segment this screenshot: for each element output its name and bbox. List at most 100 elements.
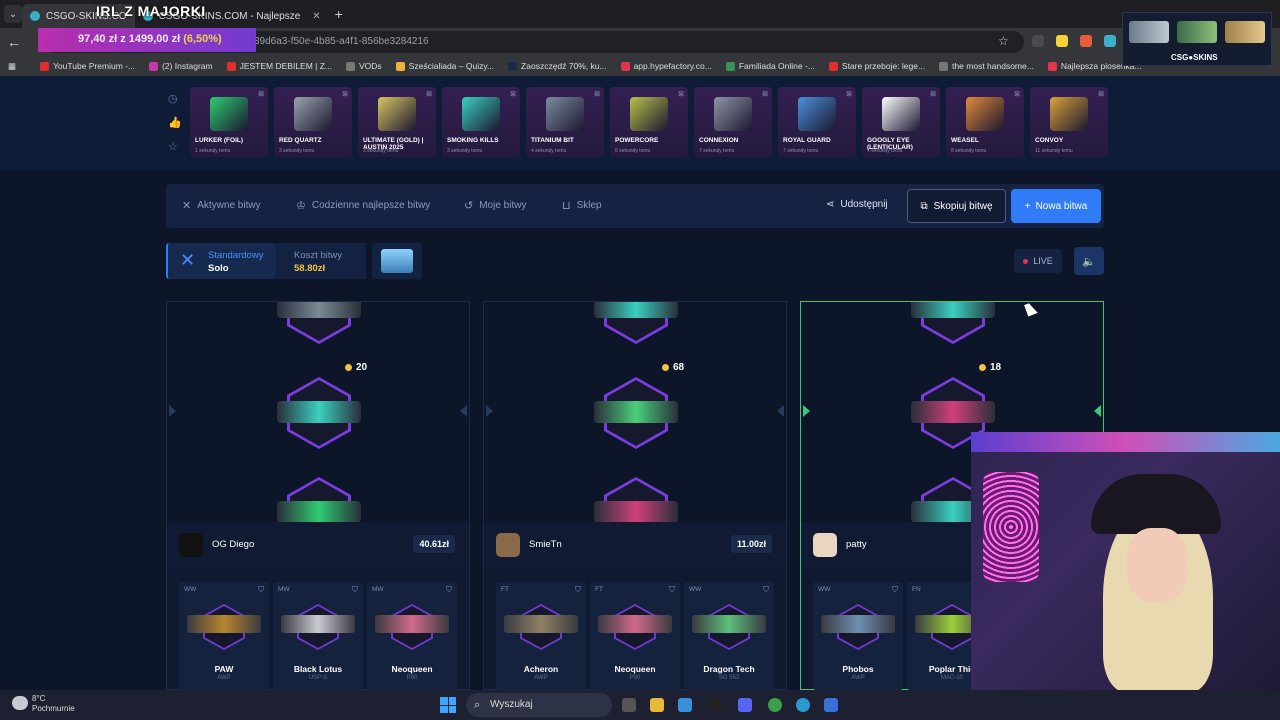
nav-daily-best[interactable]: ♔ Codzienne najlepsze bitwy <box>296 199 430 212</box>
item-weapon: AWP <box>851 675 865 681</box>
recent-drop-card[interactable]: ⊠ CONNEXION 7 sekundy temu <box>694 87 772 157</box>
item-image <box>692 615 766 633</box>
recent-drop-card[interactable]: ⊠ LURKER (FOIL) 1 sekundy temu <box>190 87 268 157</box>
bookmark-item[interactable]: YouTube Premium -... <box>40 61 135 71</box>
player-header: OG Diego 40.61zł <box>167 522 469 568</box>
recent-drop-card[interactable]: ⊠ POWERCORE 6 sekundy temu <box>610 87 688 157</box>
skin-time: 4 sekundy temu <box>531 148 567 154</box>
recent-drop-card[interactable]: ⊠ ULTIMATE (GOLD) | AUSTIN 2025 3 sekundy … <box>358 87 436 157</box>
case-image <box>381 249 413 273</box>
bookmark-star-icon[interactable]: ☆ <box>998 34 1009 48</box>
bookmark-item[interactable]: VODs <box>346 61 382 71</box>
nav-shop[interactable]: ⊔ Sklep <box>562 199 602 212</box>
task-view-icon[interactable] <box>622 698 636 712</box>
won-item-card[interactable]: WW ⛉ Dragon Tech SG 553 <box>684 582 774 690</box>
edge-icon[interactable] <box>796 698 810 712</box>
new-battle-button[interactable]: + Nowa bitwa <box>1011 189 1101 223</box>
stream-overlay-title: IRL Z MAJORKI <box>96 3 206 19</box>
reel-arrow-right-icon <box>460 405 467 417</box>
reel-gun-image <box>911 401 995 423</box>
extension-icon[interactable] <box>1080 35 1092 47</box>
recent-drop-card[interactable]: ⊠ ROYAL GUARD 7 sekundy temu <box>778 87 856 157</box>
nav-active-battles[interactable]: ✕ Aktywne bitwy <box>182 199 261 212</box>
gun-image <box>1225 21 1265 43</box>
won-item-card[interactable]: FT ⛉ Acheron AWP <box>496 582 586 690</box>
bookmark-item[interactable]: JESTEM DEBILEM | Z... <box>226 61 332 71</box>
avatar[interactable] <box>496 533 520 557</box>
back-arrow-icon[interactable]: ← <box>0 34 28 50</box>
file-explorer-icon[interactable] <box>650 698 664 712</box>
store-icon[interactable] <box>678 698 692 712</box>
item-image <box>821 615 895 633</box>
skin-name: CONVOY <box>1035 137 1064 144</box>
won-item-card[interactable]: FT ⛉ Neoqueen P90 <box>590 582 680 690</box>
avatar[interactable] <box>179 533 203 557</box>
player-name: patty <box>846 539 867 550</box>
extension-icon[interactable] <box>1104 35 1116 47</box>
discord-icon[interactable] <box>738 698 752 712</box>
bookmark-item[interactable]: Zaoszczędź 70%, ku... <box>508 61 607 71</box>
bookmark-item[interactable]: Sześcialiada – Quizy... <box>395 61 494 71</box>
battle-mode-badge: ✕ Standardowy Solo <box>166 243 276 279</box>
shield-icon: ⛉ <box>892 585 898 594</box>
chrome-icon[interactable] <box>768 698 782 712</box>
won-item-card[interactable]: MW ⛉ Neoqueen P90 <box>367 582 457 690</box>
bookmark-item[interactable]: Familiada Online -... <box>725 61 815 71</box>
won-item-card[interactable]: WW ⛉ PAW AWP <box>179 582 269 690</box>
star-icon[interactable]: ☆ <box>168 140 178 153</box>
obs-icon[interactable] <box>708 698 722 712</box>
taskbar-search[interactable]: ⌕ Wyszukaj <box>466 693 612 717</box>
won-item-card[interactable]: WW ⛉ Phobos AWP <box>813 582 903 690</box>
cloud-icon <box>12 696 28 710</box>
youtube-icon <box>226 61 236 71</box>
skin-time: 3 sekundy temu <box>279 148 315 154</box>
recent-drop-card[interactable]: ⊠ SMOKING KILLS 3 sekundy temu <box>442 87 520 157</box>
plus-icon: + <box>1024 200 1031 212</box>
close-tab-icon[interactable]: ✕ <box>312 11 320 22</box>
streamer-webcam <box>971 432 1280 690</box>
nav-my-battles[interactable]: ↺ Moje bitwy <box>464 199 526 212</box>
reel-price: 20 <box>345 362 367 373</box>
windows-start-icon[interactable] <box>440 697 456 713</box>
familiada-icon <box>725 61 735 71</box>
bookmark-item[interactable]: Stare przeboje: lege... <box>828 61 925 71</box>
pin-icon: ⊠ <box>678 91 684 98</box>
extension-icon[interactable] <box>1056 35 1068 47</box>
item-condition: FN <box>912 586 921 593</box>
apps-grid-icon[interactable]: ▦ <box>0 61 40 72</box>
new-tab-button[interactable]: + <box>335 6 343 22</box>
recent-drop-card[interactable]: ⊠ TITANIUM BIT 4 sekundy temu <box>526 87 604 157</box>
reel-gun-image <box>277 501 361 522</box>
reel-gun-image <box>277 401 361 423</box>
share-button[interactable]: ⋖ Udostępnij <box>826 199 888 210</box>
bookmark-item[interactable]: (2) Instagram <box>149 61 213 71</box>
recent-drop-card[interactable]: ⊠ WEASEL 8 sekundy temu <box>946 87 1024 157</box>
clock-icon[interactable]: ◷ <box>168 92 178 105</box>
item-condition: WW <box>689 586 702 593</box>
bookmark-item[interactable]: the most handsome... <box>939 61 1034 71</box>
cost-label: Koszt bitwy <box>294 250 343 261</box>
bookmark-item[interactable]: app.hypefactory.co... <box>620 61 712 71</box>
swords-icon: ✕ <box>182 200 192 212</box>
sound-toggle-button[interactable]: 🔈 <box>1074 247 1104 275</box>
case-thumbnail[interactable] <box>372 243 422 279</box>
player-header: SmieTn 11.00zł <box>484 522 786 568</box>
extension-icon[interactable] <box>1032 35 1044 47</box>
skin-name: WEASEL <box>951 137 979 144</box>
thumbs-up-icon[interactable]: 👍 <box>168 116 182 129</box>
cost-value: 58.80zł <box>294 263 326 274</box>
avatar[interactable] <box>813 533 837 557</box>
pin-icon: ⊠ <box>1098 91 1104 98</box>
recent-drop-card[interactable]: ⊠ RED QUARTZ 3 sekundy temu <box>274 87 352 157</box>
bookmarks-bar: ▦ YouTube Premium -... (2) Instagram JES… <box>0 56 1280 76</box>
app-icon[interactable] <box>824 698 838 712</box>
recent-drop-card[interactable]: ⊠ GOOGLY EYE (LENTICULAR) 7 sekundy temu <box>862 87 940 157</box>
copy-battle-button[interactable]: ⧉ Skopiuj bitwę <box>907 189 1006 223</box>
item-image <box>375 615 449 633</box>
won-item-card[interactable]: MW ⛉ Black Lotus USP-S <box>273 582 363 690</box>
tab-search-icon[interactable]: ⌄ <box>4 5 22 23</box>
recent-drop-card[interactable]: ⊠ CONVOY 11 sekundy temu <box>1030 87 1108 157</box>
globe-icon <box>939 61 949 71</box>
pin-icon: ⊠ <box>846 91 852 98</box>
skin-image <box>882 97 920 131</box>
